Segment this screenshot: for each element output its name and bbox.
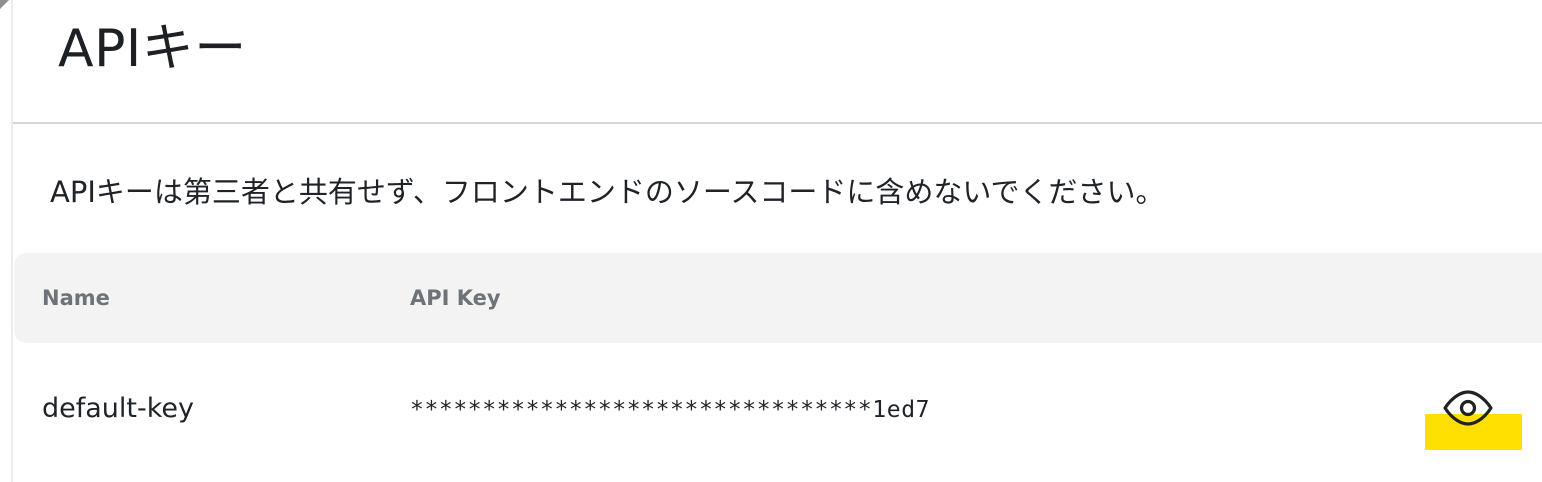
show-api-key-button[interactable]: [1425, 388, 1525, 450]
api-keys-table-header: Name API Key: [14, 253, 1542, 343]
masked-api-key-cell: ********************************1ed7: [410, 397, 931, 423]
corner-mark: [0, 0, 9, 9]
page-title: APIキー: [58, 19, 247, 79]
left-border: [11, 0, 13, 482]
title-divider: [13, 122, 1542, 124]
security-notice: APIキーは第三者と共有せず、フロントエンドのソースコードに含めないでください。: [50, 175, 1165, 209]
key-name-cell: default-key: [42, 393, 195, 424]
eye-icon: [1443, 390, 1493, 426]
table-row: default-key ****************************…: [14, 350, 1542, 470]
column-header-name: Name: [42, 286, 110, 310]
column-header-api-key: API Key: [410, 286, 501, 310]
